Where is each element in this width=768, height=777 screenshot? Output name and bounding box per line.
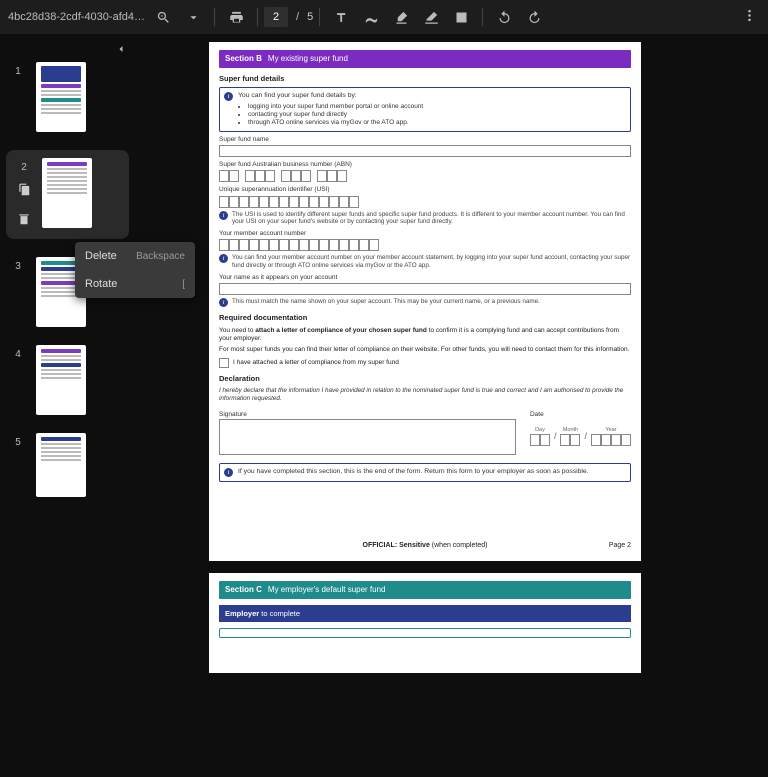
usi-note: iThe USI is used to identify different s… xyxy=(219,211,631,227)
zoom-dropdown-icon[interactable] xyxy=(178,2,208,32)
file-name: 4bc28d38-2cdf-4030-afd4-53efa74e51e4.p xyxy=(8,11,148,23)
usi-input[interactable] xyxy=(219,196,631,208)
page-total: 5 xyxy=(307,11,313,23)
ctx-rotate[interactable]: Rotate[ xyxy=(75,270,195,298)
account-name-input[interactable] xyxy=(219,283,631,295)
name-note: iThis must match the name shown on your … xyxy=(219,298,631,307)
date-label: Date xyxy=(530,411,631,419)
abn-label: Super fund Australian business number (A… xyxy=(219,161,631,169)
highlight-tool-icon[interactable] xyxy=(386,2,416,32)
section-c-info xyxy=(219,628,631,638)
date-input[interactable]: Day / Month / Year xyxy=(530,427,631,446)
declaration-heading: Declaration xyxy=(219,374,631,383)
member-number-label: Your member account number xyxy=(219,230,631,238)
draw-tool-icon[interactable] xyxy=(356,2,386,32)
collapse-sidebar-icon[interactable] xyxy=(115,42,127,60)
copy-page-icon[interactable] xyxy=(17,183,31,202)
pdf-page-3: Section CMy employer's default super fun… xyxy=(209,573,641,673)
member-number-input[interactable] xyxy=(219,239,631,251)
section-c-header: Section CMy employer's default super fun… xyxy=(219,581,631,599)
doc-text-2: For most super funds you can find their … xyxy=(219,346,631,354)
thumbnail-sidebar: 1 2 3 xyxy=(0,34,135,777)
doc-text-1: You need to attach a letter of complianc… xyxy=(219,327,631,343)
pdf-toolbar: 4bc28d38-2cdf-4030-afd4-53efa74e51e4.p /… xyxy=(0,0,768,34)
thumb-number: 4 xyxy=(0,345,36,360)
compliance-checkbox-row[interactable]: I have attached a letter of compliance f… xyxy=(219,358,631,368)
page-thumbnail-5[interactable] xyxy=(36,433,86,497)
super-fund-details-heading: Super fund details xyxy=(219,74,631,83)
fund-details-info: i You can find your super fund details b… xyxy=(219,87,631,132)
section-b-header: Section BMy existing super fund xyxy=(219,50,631,68)
declaration-text: I hereby declare that the information I … xyxy=(219,387,631,403)
undo-icon[interactable] xyxy=(489,2,519,32)
info-icon: i xyxy=(219,254,228,263)
usi-label: Unique superannuation identifier (USI) xyxy=(219,186,631,194)
info-icon: i xyxy=(224,92,233,101)
page-thumbnail-1[interactable] xyxy=(36,62,86,132)
print-icon[interactable] xyxy=(221,2,251,32)
thumb-number: 3 xyxy=(0,257,36,272)
fund-name-input[interactable] xyxy=(219,145,631,157)
thumbnail-context-menu: DeleteBackspace Rotate[ xyxy=(75,242,195,298)
member-note: iYou can find your member account number… xyxy=(219,254,631,270)
zoom-icon[interactable] xyxy=(148,2,178,32)
page-footer: OFFICIAL: Sensitive (when completed) Pag… xyxy=(219,542,631,551)
fund-name-label: Super fund name xyxy=(219,136,631,144)
page-separator: / xyxy=(296,11,299,23)
checkbox-icon[interactable] xyxy=(219,358,229,368)
signature-input[interactable] xyxy=(219,419,516,455)
thumb-number: 5 xyxy=(0,433,36,448)
info-icon: i xyxy=(224,468,233,477)
redo-icon[interactable] xyxy=(519,2,549,32)
employer-complete-bar: Employer to complete xyxy=(219,605,631,622)
page-number-input[interactable] xyxy=(264,7,288,27)
end-of-section-note: i If you have completed this section, th… xyxy=(219,463,631,481)
required-doc-heading: Required documentation xyxy=(219,313,631,322)
delete-page-icon[interactable] xyxy=(17,212,31,231)
ctx-delete[interactable]: DeleteBackspace xyxy=(75,242,195,270)
more-icon[interactable] xyxy=(734,0,764,30)
page-thumbnail-2[interactable] xyxy=(42,158,92,228)
erase-tool-icon[interactable] xyxy=(416,2,446,32)
thumb-number: 2 xyxy=(21,162,27,173)
text-tool-icon[interactable] xyxy=(326,2,356,32)
signature-label: Signature xyxy=(219,411,516,419)
account-name-label: Your name as it appears on your account xyxy=(219,274,631,282)
page-thumbnail-4[interactable] xyxy=(36,345,86,415)
image-tool-icon[interactable] xyxy=(446,2,476,32)
abn-input[interactable] xyxy=(219,169,631,182)
info-icon: i xyxy=(219,211,228,220)
info-icon: i xyxy=(219,298,228,307)
page-viewport[interactable]: Section BMy existing super fund Super fu… xyxy=(135,34,768,777)
page-number-label: Page 2 xyxy=(609,542,631,551)
pdf-page-2: Section BMy existing super fund Super fu… xyxy=(209,42,641,561)
thumb-number: 1 xyxy=(0,62,36,77)
